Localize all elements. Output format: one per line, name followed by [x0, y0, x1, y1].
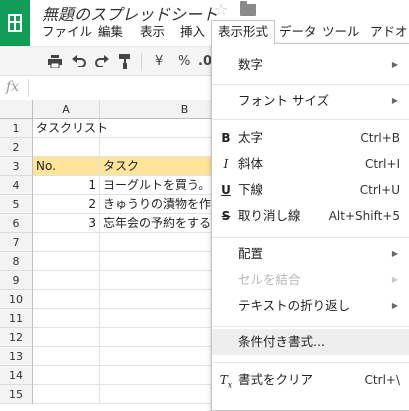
submenu-arrow-icon: ▶: [391, 96, 398, 105]
row-header-7[interactable]: 7: [0, 233, 33, 252]
undo-icon[interactable]: [72, 55, 86, 67]
menu-item-strikethrough[interactable]: S 取り消し線 Alt+Shift+5: [212, 203, 409, 229]
menu-item-bold[interactable]: B 太字 Ctrl+B: [212, 125, 409, 151]
grid-cell[interactable]: [33, 252, 100, 271]
menu-item-label: 数字: [238, 57, 264, 72]
menu-item-number[interactable]: 数字 ▶: [212, 52, 409, 78]
print-icon[interactable]: [48, 55, 62, 68]
star-icon[interactable]: ☆: [214, 0, 228, 19]
shortcut-label: Ctrl+U: [359, 183, 400, 197]
select-all-corner[interactable]: [0, 100, 33, 119]
column-header-a[interactable]: A: [33, 100, 100, 119]
menu-item-italic[interactable]: I 斜体 Ctrl+I: [212, 151, 409, 177]
cell-a1[interactable]: タスクリスト: [33, 119, 108, 138]
grid-cell[interactable]: [33, 366, 100, 385]
row-header-12[interactable]: 12: [0, 328, 33, 347]
percent-button[interactable]: %: [178, 54, 190, 69]
row-header-4[interactable]: 4: [0, 176, 33, 195]
app-header: 無題のスプレッドシート ☆ ファイル 編集 表示 挿入 表示形式 データ ツール…: [0, 0, 409, 46]
row-header-9[interactable]: 9: [0, 271, 33, 290]
menu-addons[interactable]: アドオ: [364, 20, 409, 44]
menu-item-align[interactable]: 配置 ▶: [212, 241, 409, 267]
menu-item-conditional-formatting[interactable]: 条件付き書式...: [212, 329, 409, 355]
menu-item-underline[interactable]: U 下線 Ctrl+U: [212, 177, 409, 203]
folder-icon[interactable]: [240, 1, 256, 16]
grid-cell[interactable]: [33, 290, 100, 309]
shortcut-label: Ctrl+\: [364, 373, 400, 387]
row-header-10[interactable]: 10: [0, 290, 33, 309]
menu-tools[interactable]: ツール: [316, 20, 366, 44]
menu-edit[interactable]: 編集: [92, 20, 129, 44]
grid-cell[interactable]: [33, 138, 100, 157]
row-header-11[interactable]: 11: [0, 309, 33, 328]
grid-cell[interactable]: [33, 385, 100, 404]
sheets-logo-icon[interactable]: [0, 0, 30, 46]
redo-icon[interactable]: [95, 55, 109, 67]
row-header-15[interactable]: 15: [0, 385, 33, 404]
menu-item-label: フォント サイズ: [238, 93, 330, 108]
menu-item-label: 配置: [238, 246, 264, 261]
menu-item-font-size[interactable]: フォント サイズ ▶: [212, 88, 409, 114]
cell-a3[interactable]: No.: [33, 157, 100, 176]
menu-item-merge-cells: セルを結合 ▶: [212, 267, 409, 293]
fx-icon: fx: [6, 79, 20, 95]
shortcut-label: Ctrl+I: [365, 157, 400, 171]
submenu-arrow-icon: ▶: [391, 275, 398, 284]
menu-insert[interactable]: 挿入: [174, 20, 211, 44]
row-header-14[interactable]: 14: [0, 366, 33, 385]
menu-file[interactable]: ファイル: [36, 20, 98, 44]
submenu-arrow-icon: ▶: [391, 301, 398, 310]
menu-item-label: 取り消し線: [238, 208, 301, 223]
row-header-13[interactable]: 13: [0, 347, 33, 366]
menu-item-text-wrap[interactable]: テキストの折り返し ▶: [212, 293, 409, 319]
clear-format-icon: Tx: [219, 373, 233, 390]
underline-icon: U: [221, 183, 231, 197]
format-menu-dropdown: 数字 ▶ フォント サイズ ▶ B 太字 Ctrl+B I 斜体 Ctrl+I …: [211, 43, 409, 411]
italic-icon: I: [223, 157, 229, 171]
decrease-decimal-button[interactable]: .0: [198, 54, 212, 69]
grid-cell[interactable]: [33, 328, 100, 347]
cell-a6[interactable]: 3: [33, 214, 100, 233]
cell-a5[interactable]: 2: [33, 195, 100, 214]
menu-item-label: 太字: [238, 130, 264, 145]
currency-button[interactable]: ¥: [155, 54, 163, 69]
grid-cell[interactable]: [33, 347, 100, 366]
menu-item-label: 条件付き書式...: [238, 334, 325, 349]
row-header-2[interactable]: 2: [0, 138, 33, 157]
cell-a4[interactable]: 1: [33, 176, 100, 195]
row-header-1[interactable]: 1: [0, 119, 33, 138]
row-header-8[interactable]: 8: [0, 252, 33, 271]
menu-item-label: セルを結合: [238, 272, 301, 287]
bold-icon: B: [221, 131, 231, 145]
menu-item-label: テキストの折り返し: [238, 298, 351, 313]
menu-item-label: 斜体: [238, 156, 264, 171]
shortcut-label: Alt+Shift+5: [328, 209, 400, 223]
row-header-5[interactable]: 5: [0, 195, 33, 214]
menu-view[interactable]: 表示: [134, 20, 171, 44]
grid-cell[interactable]: [33, 233, 100, 252]
menu-format[interactable]: 表示形式: [211, 20, 276, 44]
shortcut-label: Ctrl+B: [360, 131, 400, 145]
grid-cell[interactable]: [33, 271, 100, 290]
row-header-6[interactable]: 6: [0, 214, 33, 233]
grid-cell[interactable]: [33, 309, 100, 328]
menu-item-label: 書式をクリア: [238, 372, 314, 387]
menu-item-clear-formatting[interactable]: Tx 書式をクリア Ctrl+\: [212, 367, 409, 393]
menu-item-label: 下線: [238, 182, 264, 197]
submenu-arrow-icon: ▶: [391, 249, 398, 258]
row-header-3[interactable]: 3: [0, 157, 33, 176]
strikethrough-icon: S: [221, 209, 231, 223]
paint-format-icon[interactable]: [119, 54, 131, 69]
submenu-arrow-icon: ▶: [391, 60, 398, 69]
